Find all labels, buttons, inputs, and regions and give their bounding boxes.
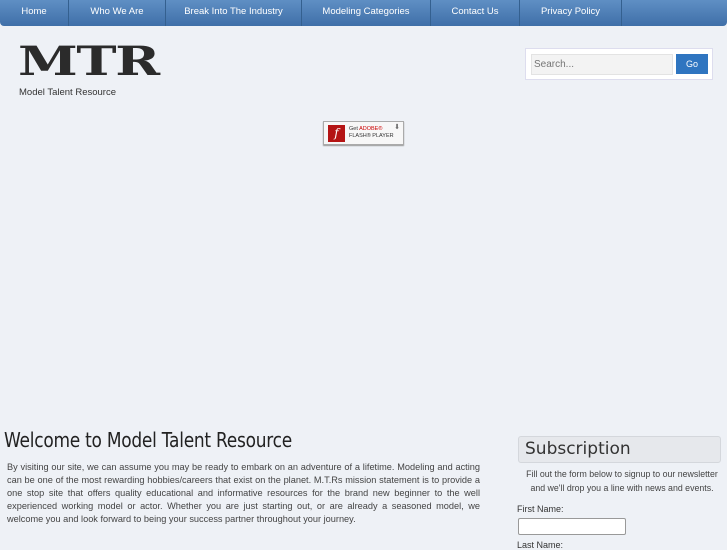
nav-break-into-industry[interactable]: Break Into The Industry	[166, 0, 302, 26]
search-input[interactable]	[531, 54, 673, 75]
main-nav: Home Who We Are Break Into The Industry …	[0, 0, 727, 26]
nav-privacy-policy[interactable]: Privacy Policy	[520, 0, 622, 26]
last-name-label: Last Name:	[517, 540, 564, 550]
nav-modeling-categories[interactable]: Modeling Categories	[302, 0, 431, 26]
subscription-heading: Subscription	[518, 436, 721, 463]
site-logo[interactable]: MTR	[18, 42, 160, 82]
nav-contact-us[interactable]: Contact Us	[431, 0, 520, 26]
flash-icon: f	[328, 125, 345, 142]
flash-get-text: Get	[349, 126, 360, 132]
nav-home[interactable]: Home	[0, 0, 69, 26]
get-flash-player-badge[interactable]: f Get ADOBE® FLASH® PLAYER ⬇	[323, 121, 404, 145]
site-tagline: Model Talent Resource	[19, 87, 116, 98]
first-name-label: First Name:	[517, 504, 564, 514]
flash-player-text: FLASH® PLAYER	[349, 133, 394, 139]
intro-text: By visiting our site, we can assume you …	[7, 462, 480, 524]
first-name-input[interactable]	[518, 518, 626, 535]
page-title: Welcome to Model Talent Resource	[4, 428, 292, 452]
nav-who-we-are[interactable]: Who We Are	[69, 0, 166, 26]
search-form: Go	[525, 48, 713, 80]
flash-brand-text: ADOBE®	[359, 126, 383, 132]
search-go-button[interactable]: Go	[676, 54, 708, 74]
subscription-text: Fill out the form below to signup to our…	[526, 469, 718, 493]
download-icon: ⬇	[394, 124, 400, 131]
